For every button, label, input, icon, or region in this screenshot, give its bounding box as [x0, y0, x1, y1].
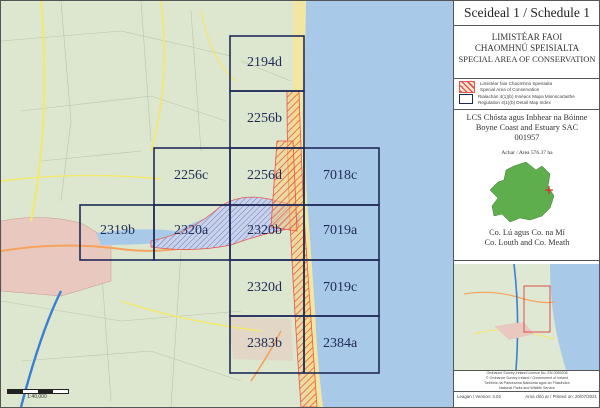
map-area[interactable]: 2194d 2256b 2256c 2256d 7018c 2319b 2320…	[1, 1, 453, 407]
footer-line-4: National Parks and Wildlife Service	[499, 386, 555, 390]
map-sheet: 2194d 2256b 2256c 2256d 7018c 2319b 2320…	[0, 0, 600, 408]
site-area: Achar / Area 576.37 ha	[501, 150, 553, 156]
sac-heading: LIMISTÉAR FAOI CHAOMHNÚ SPEISIALTA SPECI…	[454, 26, 599, 79]
heading-en: SPECIAL AREA OF CONSERVATION	[458, 54, 596, 64]
tile-2384a[interactable]: 2384a	[323, 336, 357, 352]
tile-7018c[interactable]: 7018c	[323, 168, 357, 184]
map-canvas	[1, 1, 453, 407]
legend-panel: Sceideal 1 / Schedule 1 LIMISTÉAR FAOI C…	[453, 1, 599, 407]
site-name-ga: LCS Chósta agus Inbhear na Bóinne	[466, 113, 588, 122]
ireland-outline	[489, 161, 555, 223]
legend-sac-en: Special Area of Conservation	[480, 87, 540, 92]
copyright-footer: Ordnance Survey Ireland Licence No. EN 0…	[454, 371, 599, 392]
scale-bar: 1:40,000	[7, 389, 69, 400]
sac-swatch	[459, 81, 475, 93]
legend-item-index: Rialachán 4(1)(b) Innéacs Mapa Mionscart…	[459, 94, 575, 106]
scale-text: 1:40,000	[27, 394, 47, 400]
index-swatch	[459, 94, 473, 104]
tile-2256c[interactable]: 2256c	[174, 168, 208, 184]
county-ga: Co. Lú agus Co. na Mí	[489, 228, 565, 237]
site-info: LCS Chósta agus Inbhear na Bóinne Boyne …	[454, 110, 599, 261]
tile-2383b[interactable]: 2383b	[247, 336, 282, 352]
version: Leagan / Version: 3.02	[457, 394, 501, 399]
tile-2320d[interactable]: 2320d	[247, 280, 282, 296]
printed-date: Arna chló ar / Printed on: 20/07/2021	[525, 394, 597, 399]
site-name-en: Boyne Coast and Estuary SAC	[475, 123, 579, 132]
version-bar: Leagan / Version: 3.02 Arna chló ar / Pr…	[454, 394, 599, 399]
tile-2319b[interactable]: 2319b	[100, 223, 135, 239]
legend-item-sac: Limistéar faoi Chaomhnú Speisialta Speci…	[459, 81, 552, 93]
legend-index-en: Regulation 4(1)(b) Detail Map Index	[478, 100, 551, 105]
county-en: Co. Louth and Co. Meath	[484, 238, 570, 247]
tile-2256b[interactable]: 2256b	[247, 111, 282, 127]
site-code: 001957	[514, 133, 540, 142]
tile-2320b[interactable]: 2320b	[247, 223, 282, 239]
inset-map-canvas	[454, 263, 599, 371]
inset-map	[454, 263, 599, 371]
tile-7019a[interactable]: 7019a	[323, 223, 357, 239]
legend: Limistéar faoi Chaomhnú Speisialta Speci…	[454, 79, 599, 110]
tile-2256d[interactable]: 2256d	[247, 168, 282, 184]
schedule-title: Sceideal 1 / Schedule 1	[454, 1, 599, 26]
tile-2320a[interactable]: 2320a	[174, 223, 208, 239]
ireland-locator-map	[489, 161, 555, 223]
heading-ga-2: CHAOMHNÚ SPEISIALTA	[474, 43, 580, 53]
tile-7019c[interactable]: 7019c	[323, 280, 357, 296]
tile-2194d[interactable]: 2194d	[247, 55, 282, 71]
heading-ga-1: LIMISTÉAR FAOI	[491, 32, 563, 42]
